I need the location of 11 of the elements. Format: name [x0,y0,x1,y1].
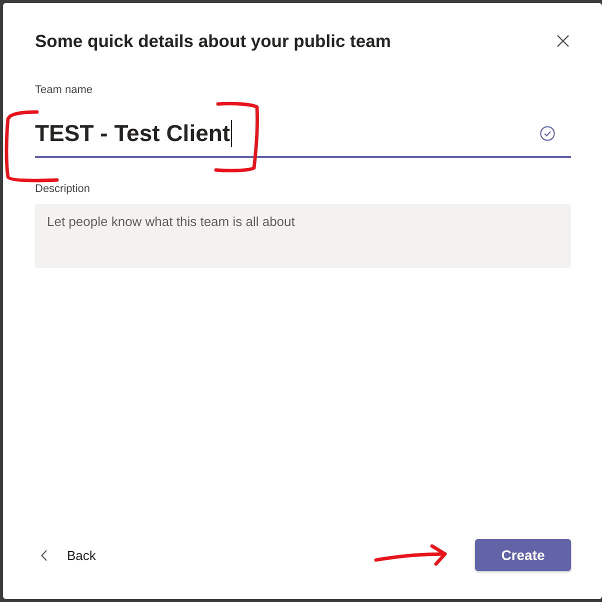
dialog-title: Some quick details about your public team [35,30,391,53]
back-button[interactable]: Back [41,548,96,562]
chevron-left-icon [41,550,47,560]
create-button[interactable]: Create [475,539,571,571]
description-field[interactable]: Let people know what this team is all about [35,204,571,268]
text-cursor-icon [231,120,232,146]
field-label: Description [35,182,90,196]
field-label: Team name [35,83,92,97]
close-icon [557,35,569,47]
close-button[interactable] [557,35,569,47]
team-name-field[interactable]: TEST - Test Client [35,110,571,158]
